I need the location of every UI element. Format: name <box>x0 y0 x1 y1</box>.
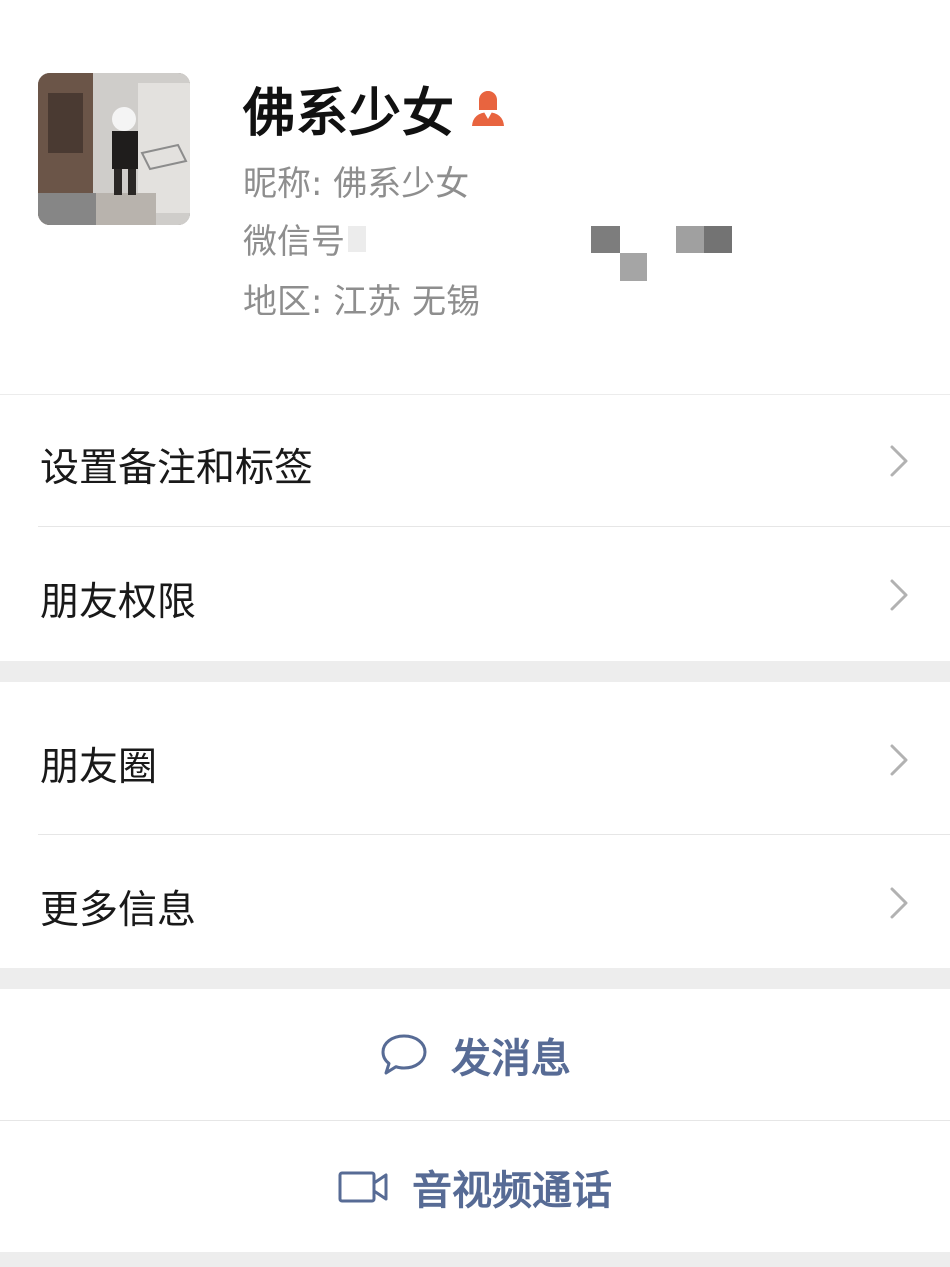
wechat-id-label: 微信号 <box>243 222 345 262</box>
redacted-id-block <box>591 226 620 253</box>
moments-label: 朋友圈 <box>40 745 158 790</box>
send-message-button[interactable]: 发消息 <box>0 989 950 1120</box>
redacted-id-block <box>704 226 732 253</box>
more-info-label: 更多信息 <box>40 888 197 933</box>
moments-row[interactable]: 朋友圈 <box>0 682 950 835</box>
audio-video-call-button[interactable]: 音视频通话 <box>0 1121 950 1252</box>
nickname-label: 昵称: <box>243 164 334 204</box>
name-row: 佛系少女 <box>243 76 507 144</box>
contact-profile-page: 佛系少女 昵称: 佛系少女 微信号 地区: 江苏 无锡 设置备注和标签 朋友权限… <box>0 0 950 1267</box>
chevron-right-icon <box>888 742 910 778</box>
chevron-right-icon <box>888 577 910 613</box>
nickname-line: 昵称: 佛系少女 <box>243 156 469 205</box>
chevron-right-icon <box>888 885 910 921</box>
audio-video-call-label: 音视频通话 <box>412 1167 612 1214</box>
redacted-id-block <box>348 226 366 252</box>
chat-bubble-icon <box>379 1032 429 1078</box>
wechat-id-line: 微信号 <box>243 214 345 263</box>
profile-header: 佛系少女 昵称: 佛系少女 微信号 地区: 江苏 无锡 <box>0 0 950 394</box>
set-remark-and-tags-label: 设置备注和标签 <box>40 446 314 491</box>
friend-permissions-label: 朋友权限 <box>40 580 197 625</box>
set-remark-and-tags-row[interactable]: 设置备注和标签 <box>0 395 950 527</box>
display-name: 佛系少女 <box>243 83 456 144</box>
chevron-right-icon <box>888 443 910 479</box>
friend-permissions-row[interactable]: 朋友权限 <box>0 527 950 661</box>
redacted-id-block <box>676 226 704 253</box>
section-gap <box>0 661 950 682</box>
region-value: 江苏 无锡 <box>333 282 481 322</box>
bottom-gap <box>0 1252 950 1267</box>
redacted-id-block <box>620 253 647 281</box>
avatar[interactable] <box>38 73 190 225</box>
video-camera-icon <box>338 1170 390 1204</box>
send-message-label: 发消息 <box>451 1035 571 1082</box>
region-label: 地区: <box>243 282 334 322</box>
more-info-row[interactable]: 更多信息 <box>0 835 950 968</box>
female-icon <box>469 88 507 128</box>
nickname-value: 佛系少女 <box>333 164 470 204</box>
region-line: 地区: 江苏 无锡 <box>243 274 480 323</box>
section-gap <box>0 968 950 989</box>
